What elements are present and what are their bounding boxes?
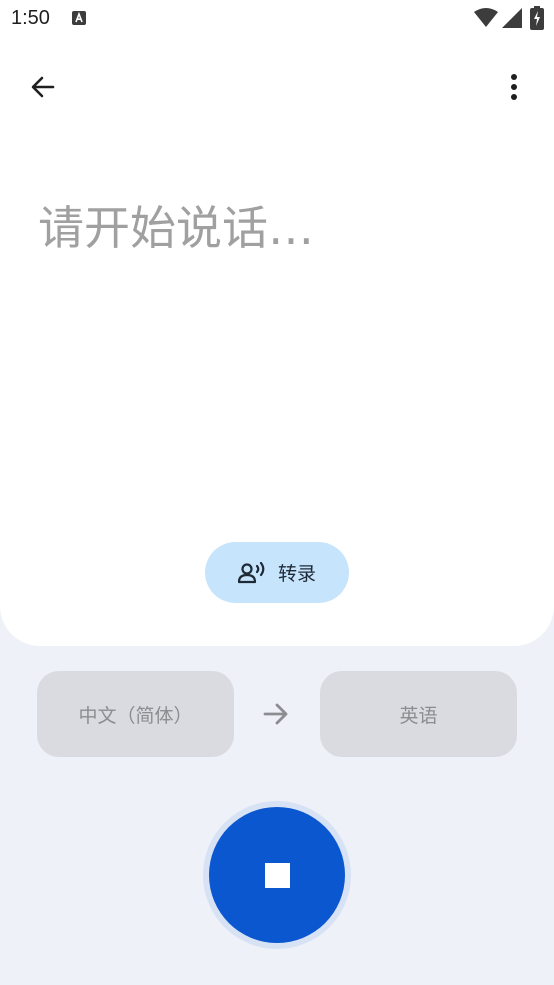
stop-listening-button[interactable] [209, 807, 345, 943]
status-time: 1:50 [11, 7, 50, 29]
source-language-label: 中文（简体） [78, 704, 193, 727]
status-bar: 1:50 [0, 0, 554, 38]
source-language-button[interactable]: 中文（简体） [37, 671, 234, 757]
back-button[interactable] [20, 64, 66, 110]
arrow-left-icon [31, 76, 55, 98]
speak-prompt: 请开始说话… [38, 201, 314, 255]
wifi-icon [474, 8, 498, 27]
voice-person-icon [237, 561, 265, 583]
stop-icon [264, 862, 290, 888]
more-vertical-icon [511, 74, 517, 100]
transcribe-label: 转录 [277, 563, 316, 585]
arrow-right-icon[interactable] [259, 697, 293, 731]
battery-charging-icon [530, 6, 544, 30]
transcribe-button[interactable]: 转录 [205, 542, 349, 603]
signal-icon [502, 8, 522, 28]
target-language-label: 英语 [399, 704, 438, 727]
target-language-button[interactable]: 英语 [320, 671, 517, 757]
more-options-button[interactable] [492, 64, 536, 110]
text-a-icon [72, 11, 86, 25]
